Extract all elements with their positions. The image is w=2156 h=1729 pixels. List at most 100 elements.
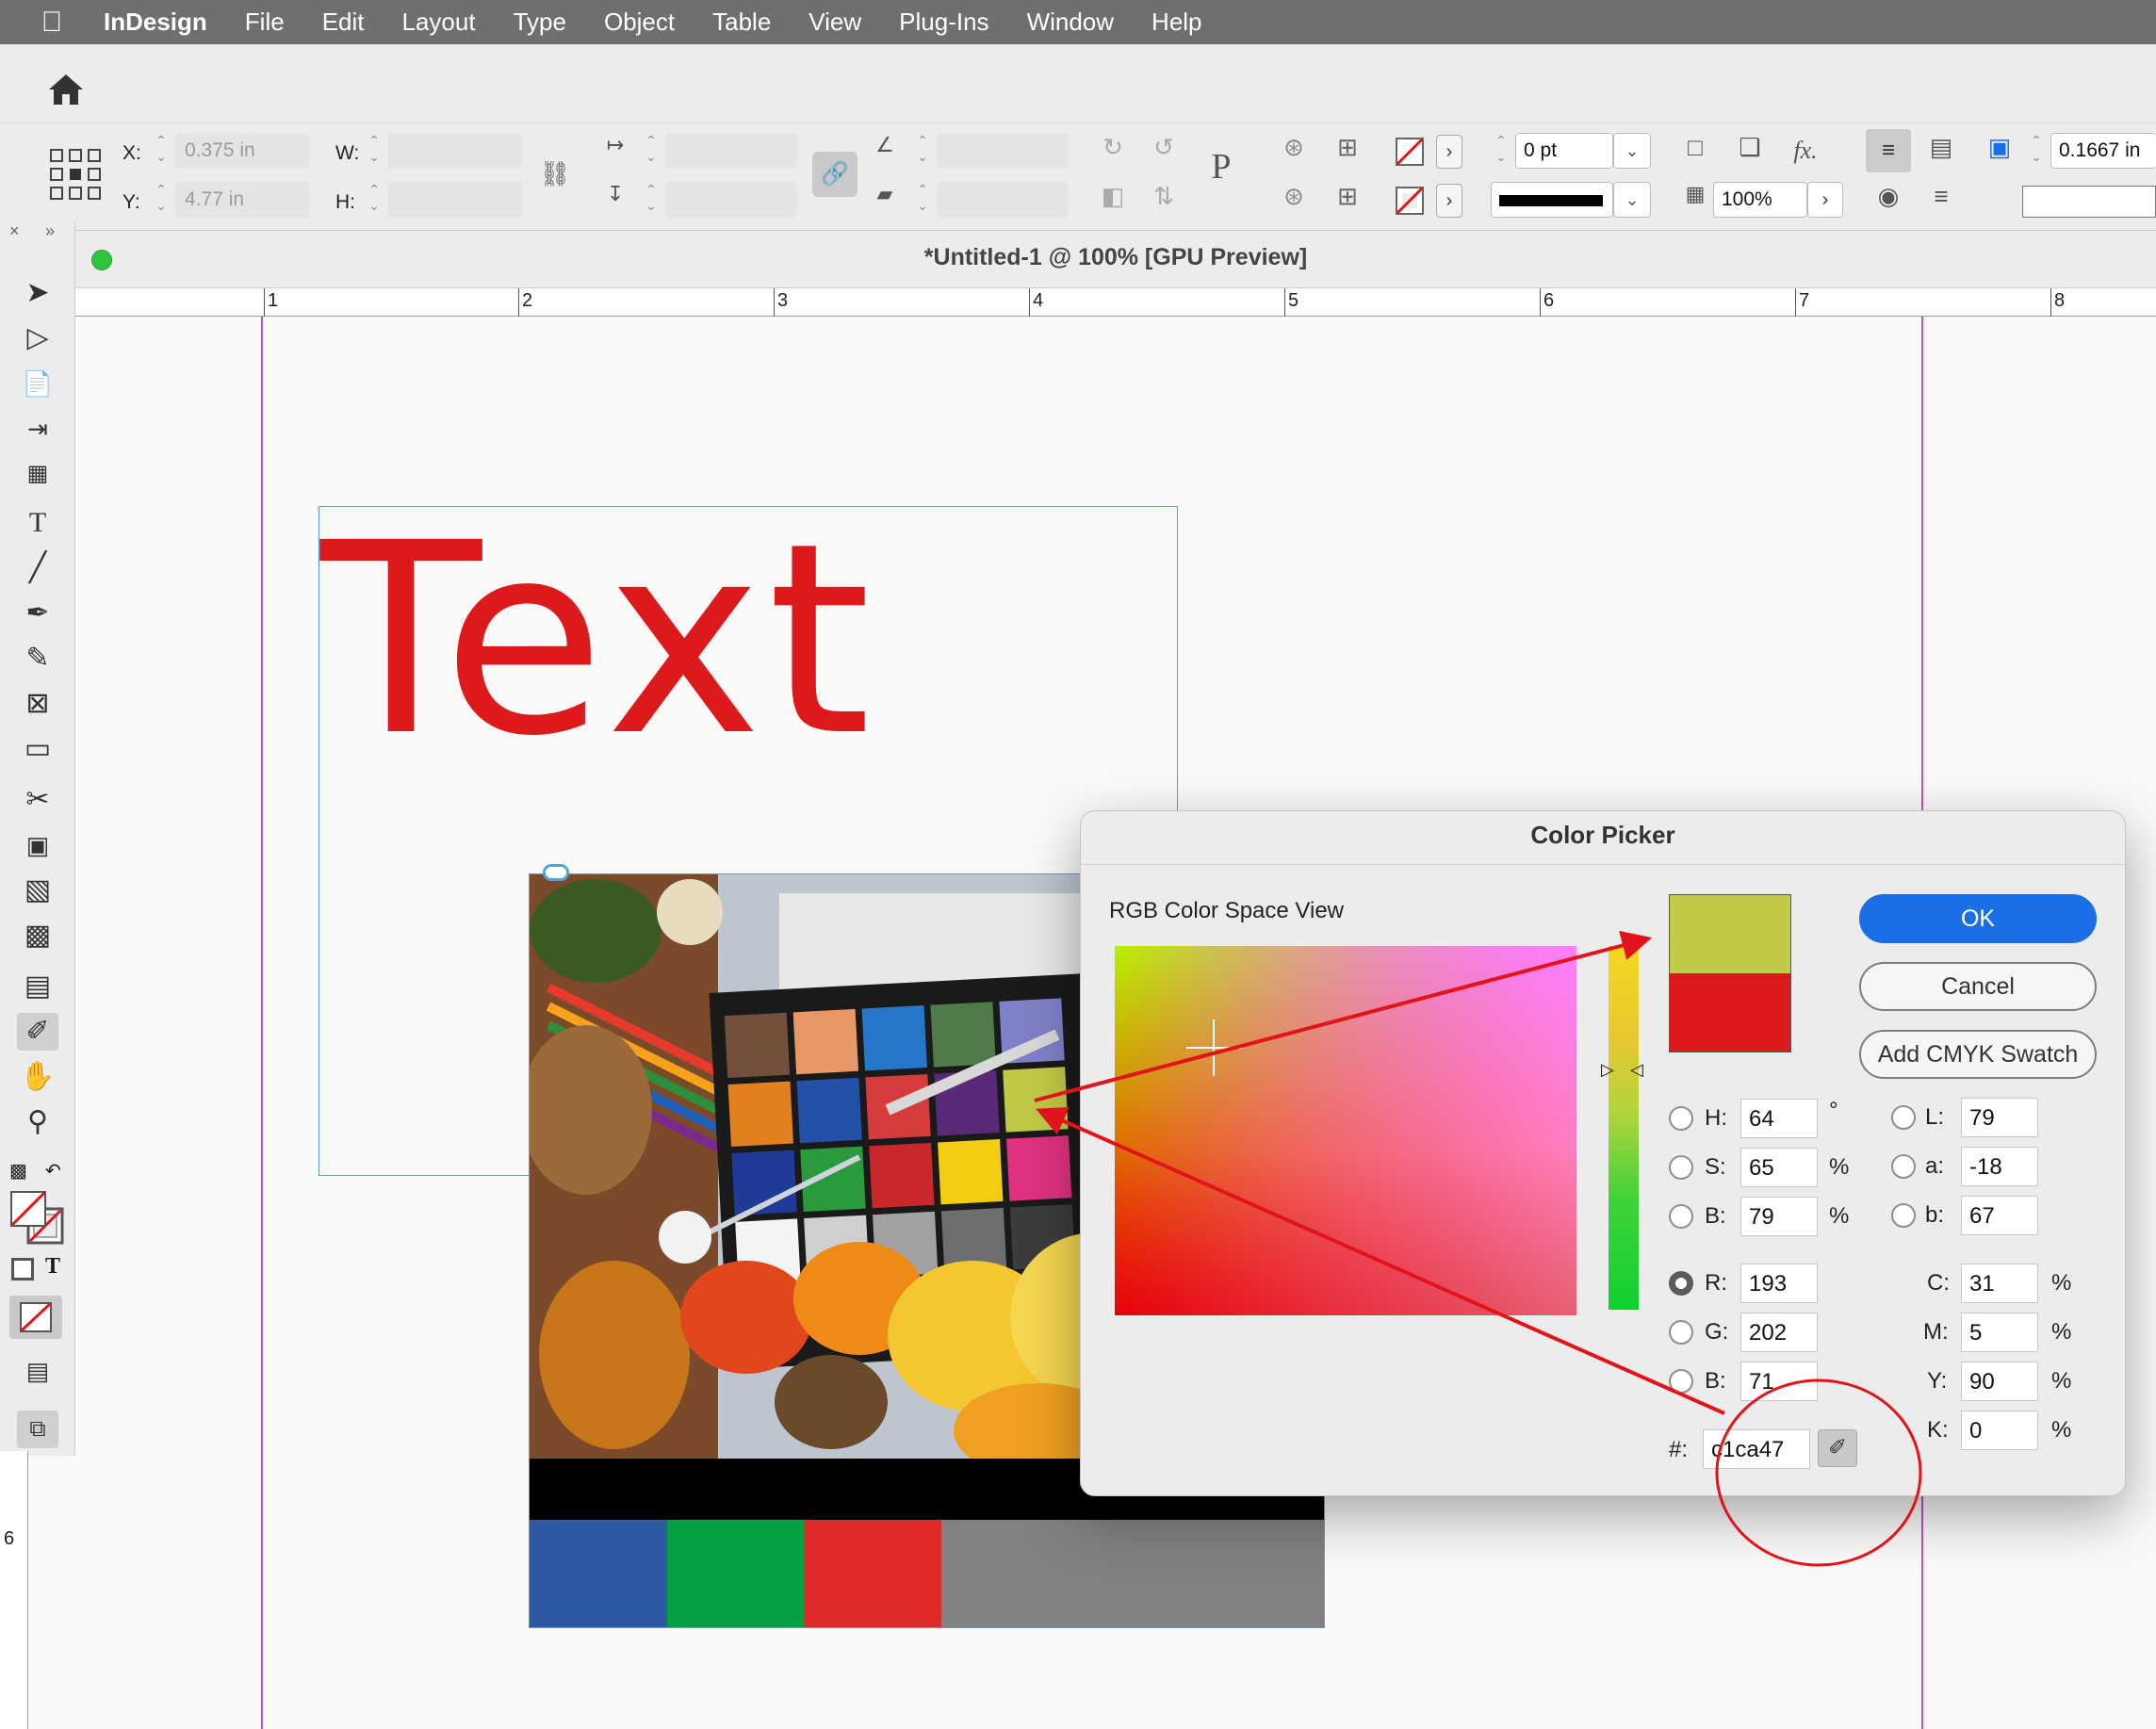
- y-stepper[interactable]: ⌃ ⌄: [151, 182, 172, 218]
- flip-horizontal-icon[interactable]: ◧: [1095, 182, 1131, 211]
- constrain-proportions-icon[interactable]: ⛓: [539, 159, 571, 188]
- hue-slider[interactable]: [1609, 946, 1639, 1310]
- saturation-radio[interactable]: [1669, 1155, 1693, 1180]
- flip-vertical-icon[interactable]: ⇅: [1146, 182, 1182, 211]
- blue-field[interactable]: 71: [1740, 1362, 1818, 1401]
- stroke-weight-field[interactable]: 0 pt: [1515, 133, 1613, 169]
- y-field[interactable]: 4.77 in: [175, 182, 309, 218]
- fitting-icon[interactable]: □: [1679, 133, 1711, 162]
- menu-plugins[interactable]: Plug-Ins: [899, 8, 988, 37]
- scale-y-dropdown[interactable]: [665, 182, 797, 218]
- color-field[interactable]: [1115, 946, 1576, 1315]
- view-mode-icon[interactable]: ⧉: [17, 1411, 58, 1448]
- drop-shadow-icon[interactable]: ❏: [1734, 133, 1766, 162]
- black-field[interactable]: 0: [1961, 1411, 2038, 1450]
- scale-x-stepper[interactable]: ⌃ ⌄: [641, 133, 662, 169]
- original-color-swatch[interactable]: [1669, 973, 1791, 1052]
- pencil-tool-icon[interactable]: ✎: [17, 640, 58, 677]
- opacity-field[interactable]: 100%: [1713, 182, 1807, 218]
- menu-help[interactable]: Help: [1152, 8, 1201, 37]
- h-stepper[interactable]: ⌃ ⌄: [364, 182, 384, 218]
- menu-window[interactable]: Window: [1027, 8, 1114, 37]
- yellow-field[interactable]: 90: [1961, 1362, 2038, 1401]
- menu-app-name[interactable]: InDesign: [104, 8, 207, 37]
- green-field[interactable]: 202: [1740, 1313, 1818, 1352]
- fill-swatch-menu-button[interactable]: ›: [1436, 135, 1462, 169]
- select-content-icon[interactable]: ⊛: [1276, 182, 1312, 211]
- formatting-container-icon[interactable]: [11, 1258, 34, 1280]
- lab-b-field[interactable]: 67: [1961, 1196, 2038, 1235]
- fill-stroke-proxy-icon[interactable]: [8, 1188, 66, 1247]
- rotate-cw-icon[interactable]: ↻: [1095, 133, 1131, 162]
- ok-button[interactable]: OK: [1859, 894, 2097, 943]
- brightness-field[interactable]: 79: [1740, 1197, 1818, 1236]
- fill-none-icon[interactable]: [1395, 137, 1425, 167]
- direct-selection-tool-icon[interactable]: ▷: [17, 319, 58, 357]
- gap-tool-icon[interactable]: ⇥: [17, 410, 58, 448]
- lab-l-radio[interactable]: [1891, 1105, 1916, 1130]
- rotation-stepper[interactable]: ⌃ ⌄: [912, 133, 933, 169]
- rectangle-frame-tool-icon[interactable]: ⊠: [17, 685, 58, 723]
- horizontal-ruler[interactable]: 1 2 3 4 5 6 7 8: [75, 288, 2156, 317]
- home-icon[interactable]: [45, 71, 87, 108]
- cancel-button[interactable]: Cancel: [1859, 962, 2097, 1011]
- scale-y-stepper[interactable]: ⌃ ⌄: [641, 182, 662, 218]
- eyedropper-icon[interactable]: ✐: [1818, 1429, 1857, 1467]
- select-container-icon[interactable]: ⊛: [1276, 133, 1312, 162]
- select-next-icon[interactable]: ⊞: [1327, 182, 1368, 211]
- stroke-weight-dropdown[interactable]: ⌄: [1613, 133, 1651, 169]
- eyedropper-tool-icon[interactable]: ✐: [17, 1013, 58, 1051]
- saturation-field[interactable]: 65: [1740, 1148, 1818, 1187]
- gradient-swatch-tool-icon[interactable]: ▧: [17, 872, 58, 909]
- brightness-radio[interactable]: [1669, 1204, 1693, 1229]
- screen-mode-icon[interactable]: ▤: [17, 1352, 58, 1390]
- free-transform-tool-icon[interactable]: ▣: [17, 826, 58, 864]
- hand-tool-icon[interactable]: ✋: [17, 1058, 58, 1096]
- selection-tool-icon[interactable]: ➤: [17, 274, 58, 312]
- stroke-type-dropdown[interactable]: ⌄: [1613, 182, 1651, 218]
- formatting-text-icon[interactable]: T: [45, 1254, 60, 1280]
- gradient-feather-tool-icon[interactable]: ▩: [17, 917, 58, 954]
- scissors-tool-icon[interactable]: ✂: [17, 781, 58, 819]
- shear-stepper[interactable]: ⌃ ⌄: [912, 182, 933, 218]
- close-panel-icon[interactable]: ×: [9, 221, 20, 241]
- menu-type[interactable]: Type: [514, 8, 566, 37]
- scale-x-dropdown[interactable]: [665, 133, 797, 169]
- text-wrap-none-icon[interactable]: ≡: [1866, 129, 1911, 172]
- offset-stepper[interactable]: ⌃ ⌄: [2026, 133, 2047, 169]
- menu-table[interactable]: Table: [712, 8, 771, 37]
- default-fill-stroke-icon[interactable]: ▩: [9, 1159, 27, 1183]
- h-field[interactable]: [388, 182, 522, 218]
- lab-a-field[interactable]: -18: [1961, 1147, 2038, 1186]
- lab-a-radio[interactable]: [1891, 1154, 1916, 1179]
- content-collector-icon[interactable]: ▦: [17, 455, 58, 493]
- x-field[interactable]: 0.375 in: [175, 133, 309, 169]
- expand-panel-icon[interactable]: »: [45, 221, 55, 241]
- canvas-text[interactable]: Text: [320, 509, 876, 773]
- hex-field[interactable]: c1ca47: [1703, 1429, 1810, 1469]
- zoom-tool-icon[interactable]: ⚲: [17, 1103, 58, 1141]
- apply-none-icon[interactable]: [9, 1296, 62, 1339]
- apple-menu-icon[interactable]: : [0, 7, 104, 39]
- offset-field[interactable]: 0.1667 in: [2050, 133, 2156, 169]
- add-cmyk-swatch-button[interactable]: Add CMYK Swatch: [1859, 1030, 2097, 1079]
- stroke-swatch-menu-button[interactable]: ›: [1436, 184, 1462, 218]
- menu-edit[interactable]: Edit: [322, 8, 365, 37]
- effects-fx-icon[interactable]: fx.: [1787, 137, 1824, 165]
- menu-layout[interactable]: Layout: [402, 8, 476, 37]
- text-wrap-bounding-icon[interactable]: ▤: [1922, 133, 1960, 162]
- link-badge-icon[interactable]: [543, 864, 569, 881]
- hue-slider-right-handle[interactable]: ◁: [1630, 1060, 1643, 1080]
- hue-radio[interactable]: [1669, 1106, 1693, 1131]
- type-tool-icon[interactable]: T: [17, 504, 58, 542]
- constrain-scale-icon[interactable]: 🔗: [812, 152, 858, 197]
- x-stepper[interactable]: ⌃ ⌄: [151, 133, 172, 169]
- red-field[interactable]: 193: [1740, 1264, 1818, 1303]
- text-wrap-shape-icon[interactable]: ◉: [1870, 182, 1907, 211]
- line-tool-icon[interactable]: ╱: [17, 549, 58, 587]
- shear-dropdown[interactable]: [937, 182, 1069, 218]
- w-field[interactable]: [388, 133, 522, 169]
- rectangle-tool-icon[interactable]: ▭: [17, 730, 58, 768]
- hue-field[interactable]: 64: [1740, 1099, 1818, 1138]
- menu-view[interactable]: View: [808, 8, 861, 37]
